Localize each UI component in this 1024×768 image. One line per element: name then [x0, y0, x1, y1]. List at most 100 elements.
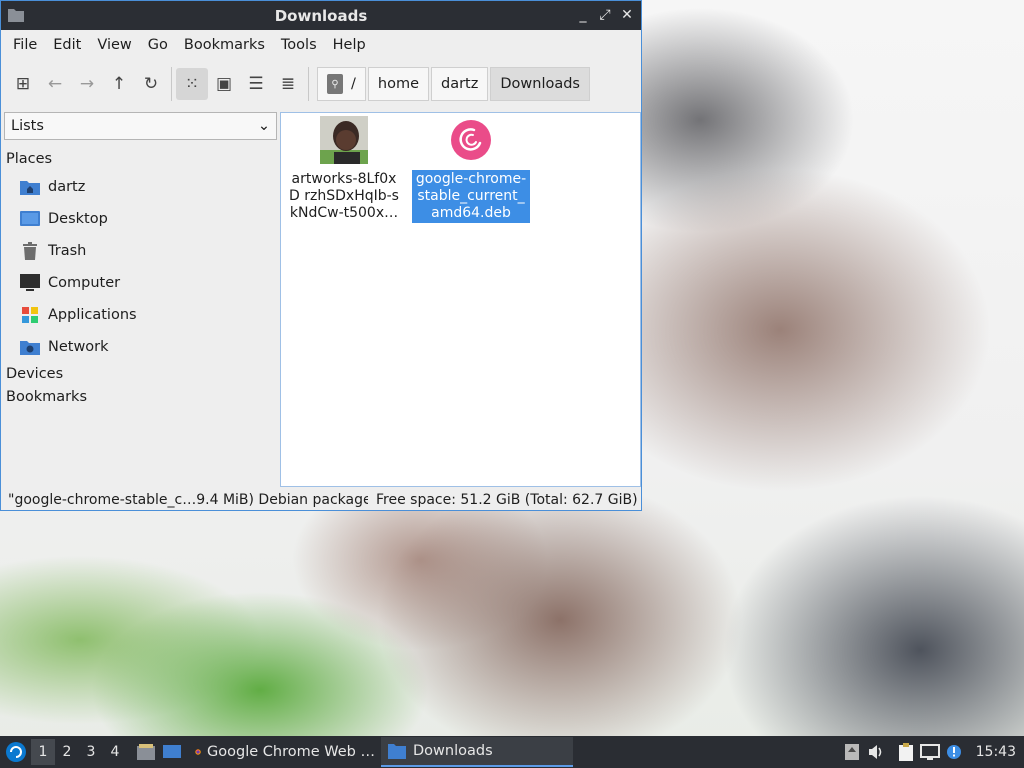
sidebar-item-label: Network	[48, 339, 109, 355]
new-window-icon: ⊞	[15, 74, 31, 94]
sidebar-item-trash[interactable]: Trash	[4, 235, 277, 267]
sidebar-item-desktop[interactable]: Desktop	[4, 203, 277, 235]
breadcrumb-home[interactable]: home	[367, 67, 429, 101]
new-window-button[interactable]: ⊞	[7, 68, 39, 100]
reload-button[interactable]: ↻	[135, 68, 167, 100]
image-thumbnail	[320, 116, 368, 164]
window-titlebar[interactable]: Downloads _ ⤢ ✕	[1, 1, 641, 30]
thumbnail-view-icon: ▣	[215, 74, 233, 94]
back-button[interactable]: ←	[39, 68, 71, 100]
file-view[interactable]: artworks-8Lf0xD rzhSDxHqIb-skNdCw-t500x……	[280, 112, 641, 487]
file-item-chrome-deb[interactable]: google-chrome-stable_current_amd64.deb	[412, 116, 530, 223]
computer-icon	[19, 273, 41, 293]
task-downloads[interactable]: Downloads	[381, 737, 573, 767]
file-item-artworks[interactable]: artworks-8Lf0xD rzhSDxHqIb-skNdCw-t500x…	[285, 116, 403, 223]
debian-package-icon	[451, 120, 491, 160]
path-bar: ⚲ / home dartz Downloads	[317, 67, 590, 101]
sidebar-item-network[interactable]: Network	[4, 331, 277, 363]
sidebar-item-dartz[interactable]: dartz	[4, 171, 277, 203]
reload-icon: ↻	[143, 74, 159, 94]
status-free-space: Free space: 51.2 GiB (Total: 62.7 GiB)	[376, 492, 638, 508]
toolbar: ⊞ ← → ↑ ↻ ⁙ ▣ ☰ ≣ ⚲ / home dartz Downloa…	[1, 60, 641, 108]
desktop-icon	[19, 209, 41, 229]
menu-tools[interactable]: Tools	[273, 37, 325, 53]
chevron-down-icon: ⌄	[257, 118, 270, 134]
breadcrumb-downloads[interactable]: Downloads	[490, 67, 590, 101]
workspace-3[interactable]: 3	[79, 739, 103, 765]
workspace-2[interactable]: 2	[55, 739, 79, 765]
tray-updates[interactable]	[840, 740, 864, 764]
places-heading[interactable]: Places	[4, 148, 277, 171]
forward-button[interactable]: →	[71, 68, 103, 100]
detailed-list-view-icon: ≣	[280, 74, 296, 94]
trash-icon	[19, 241, 41, 261]
lubuntu-logo-icon	[6, 742, 26, 762]
firefox-icon	[195, 749, 201, 755]
sidebar-item-label: Applications	[48, 307, 137, 323]
task-label: Google Chrome Web …	[207, 744, 375, 760]
taskbar: 1 2 3 4 Google Chrome Web … Downloads 15…	[0, 736, 1024, 768]
task-label: Downloads	[413, 743, 493, 759]
workspace-1[interactable]: 1	[31, 739, 55, 765]
side-panel-mode-select[interactable]: Lists ⌄	[4, 112, 277, 140]
compact-view-icon: ☰	[248, 74, 264, 94]
tray-volume[interactable]	[864, 740, 888, 764]
clock[interactable]: 15:43	[966, 744, 1024, 760]
breadcrumb-root[interactable]: ⚲ /	[317, 67, 366, 101]
sidebar-item-applications[interactable]: Applications	[4, 299, 277, 331]
tray-notifications[interactable]	[942, 740, 966, 764]
file-manager-window: Downloads _ ⤢ ✕ File Edit View Go Bookma…	[0, 0, 642, 511]
menu-view[interactable]: View	[89, 37, 139, 53]
menu-go[interactable]: Go	[140, 37, 176, 53]
icon-view-button[interactable]: ⁙	[176, 68, 208, 100]
menu-edit[interactable]: Edit	[45, 37, 89, 53]
desktop-icon	[163, 745, 181, 758]
tray-network[interactable]	[918, 740, 942, 764]
tray-clipboard[interactable]	[894, 740, 918, 764]
menu-bookmarks[interactable]: Bookmarks	[176, 37, 273, 53]
file-manager-launcher[interactable]	[133, 739, 159, 765]
show-desktop-launcher[interactable]	[159, 739, 185, 765]
forward-arrow-icon: →	[79, 74, 95, 94]
task-google-chrome[interactable]: Google Chrome Web …	[189, 737, 381, 767]
folder-icon	[388, 744, 406, 759]
sidebar-item-label: Desktop	[48, 211, 108, 227]
close-button[interactable]: ✕	[617, 5, 637, 25]
minimize-button[interactable]: _	[573, 5, 593, 25]
status-selection-info: "google-chrome-stable_c…9.4 MiB) Debian …	[8, 492, 368, 508]
breadcrumb-dartz[interactable]: dartz	[431, 67, 489, 101]
compact-view-button[interactable]: ☰	[240, 68, 272, 100]
up-button[interactable]: ↑	[103, 68, 135, 100]
clipboard-icon	[898, 743, 913, 761]
icon-view-icon: ⁙	[184, 74, 200, 94]
sidebar-item-label: Trash	[48, 243, 87, 259]
file-manager-icon	[137, 744, 155, 760]
back-arrow-icon: ←	[47, 74, 63, 94]
folder-icon	[8, 9, 24, 22]
workspace-4[interactable]: 4	[103, 739, 127, 765]
menu-help[interactable]: Help	[325, 37, 374, 53]
breadcrumb-label: /	[351, 76, 356, 92]
sidebar-item-label: dartz	[48, 179, 86, 195]
status-bar: "google-chrome-stable_c…9.4 MiB) Debian …	[1, 489, 641, 511]
network-folder-icon	[19, 337, 41, 357]
maximize-button[interactable]: ⤢	[595, 5, 615, 25]
side-panel-mode-value: Lists	[11, 118, 44, 134]
menu-bar: File Edit View Go Bookmarks Tools Help	[1, 30, 641, 60]
volume-icon	[868, 745, 881, 759]
notification-alert-icon	[946, 745, 961, 759]
filesystem-root-icon: ⚲	[327, 74, 343, 94]
thumbnail-view-button[interactable]: ▣	[208, 68, 240, 100]
file-name: artworks-8Lf0xD rzhSDxHqIb-skNdCw-t500x…	[289, 171, 399, 221]
bookmarks-heading[interactable]: Bookmarks	[4, 386, 277, 409]
devices-heading[interactable]: Devices	[4, 363, 277, 386]
toolbar-separator	[308, 67, 309, 101]
up-arrow-icon: ↑	[111, 74, 127, 94]
start-menu-button[interactable]	[1, 737, 31, 767]
home-folder-icon	[19, 177, 41, 197]
window-title: Downloads	[274, 6, 368, 25]
sidebar-item-computer[interactable]: Computer	[4, 267, 277, 299]
detailed-list-view-button[interactable]: ≣	[272, 68, 304, 100]
menu-file[interactable]: File	[5, 37, 45, 53]
applications-icon	[19, 305, 41, 325]
